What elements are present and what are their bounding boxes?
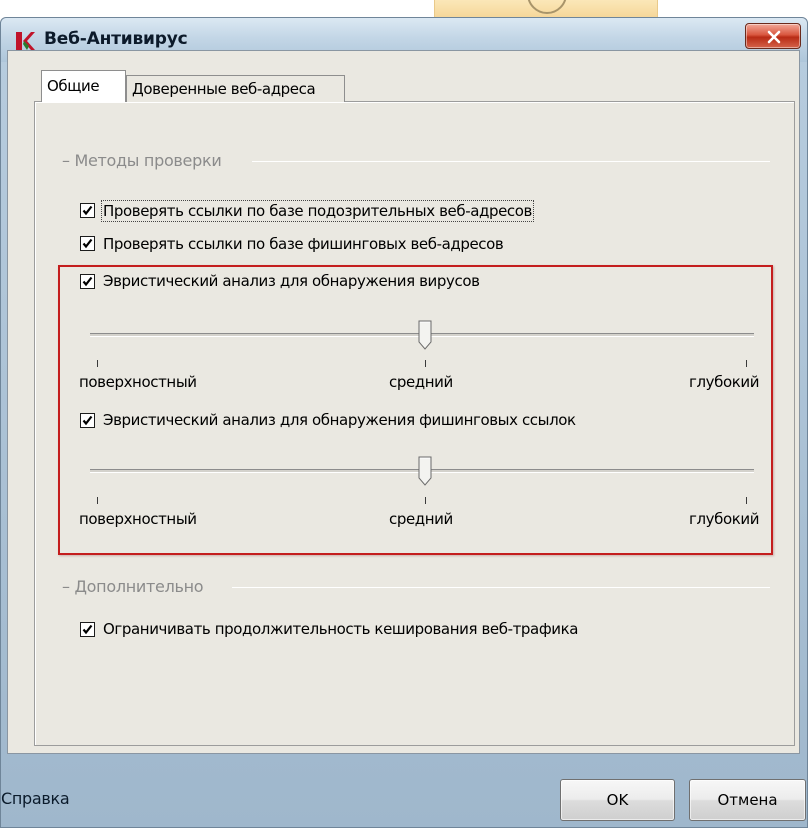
group-scan-methods-legend: – Методы проверки — [62, 151, 222, 170]
scale-tick-high — [746, 360, 747, 367]
checkmark-icon — [82, 624, 93, 635]
scale-tick-high — [746, 497, 747, 504]
heuristic-viruses-slider-thumb[interactable] — [418, 320, 432, 350]
scale-label-high: глубокий — [689, 510, 760, 528]
scale-label-mid: средний — [389, 510, 453, 528]
close-button[interactable] — [745, 23, 801, 49]
help-link[interactable]: Справка — [1, 789, 70, 808]
tab-general[interactable]: Общие — [41, 70, 126, 102]
limit-caching-label[interactable]: Ограничивать продолжительность кеширован… — [103, 620, 578, 638]
kaspersky-k-icon — [16, 32, 35, 50]
ok-button[interactable]: OK — [560, 779, 675, 821]
check-phishing-label[interactable]: Проверять ссылки по базе фишинговых веб-… — [103, 235, 504, 253]
tab-trusted-urls[interactable]: Доверенные веб-адреса — [126, 75, 345, 102]
group-additional-line — [232, 587, 770, 588]
scale-tick-mid — [425, 497, 426, 504]
close-icon — [767, 30, 781, 44]
limit-caching-checkbox[interactable] — [80, 622, 95, 637]
checkmark-icon — [82, 238, 93, 249]
check-suspicious-label[interactable]: Проверять ссылки по базе подозрительных … — [101, 200, 534, 222]
heuristic-viruses-checkbox[interactable] — [80, 274, 95, 289]
scale-tick-low — [97, 497, 98, 504]
check-suspicious-checkbox[interactable] — [80, 203, 95, 218]
checkmark-icon — [82, 205, 93, 216]
group-scan-methods-line — [252, 161, 770, 162]
scale-label-mid: средний — [389, 373, 453, 391]
scale-tick-low — [97, 360, 98, 367]
heuristic-phishing-label[interactable]: Эвристический анализ для обнаружения фиш… — [103, 411, 576, 429]
scale-label-high: глубокий — [689, 373, 760, 391]
cancel-button[interactable]: Отмена — [689, 779, 806, 821]
scale-tick-mid — [425, 360, 426, 367]
heuristic-phishing-slider-thumb[interactable] — [418, 456, 432, 486]
window-title: Веб-Антивирус — [44, 29, 188, 49]
group-additional-legend: – Дополнительно — [62, 577, 204, 596]
check-phishing-checkbox[interactable] — [80, 236, 95, 251]
background-tab-fragment — [434, 0, 658, 17]
checkmark-icon — [82, 415, 93, 426]
heuristic-viruses-label[interactable]: Эвристический анализ для обнаружения вир… — [103, 272, 480, 290]
checkmark-icon — [82, 276, 93, 287]
heuristic-phishing-checkbox[interactable] — [80, 413, 95, 428]
background-arc-decoration — [527, 0, 567, 14]
scale-label-low: поверхностный — [79, 373, 197, 391]
scale-label-low: поверхностный — [79, 510, 197, 528]
